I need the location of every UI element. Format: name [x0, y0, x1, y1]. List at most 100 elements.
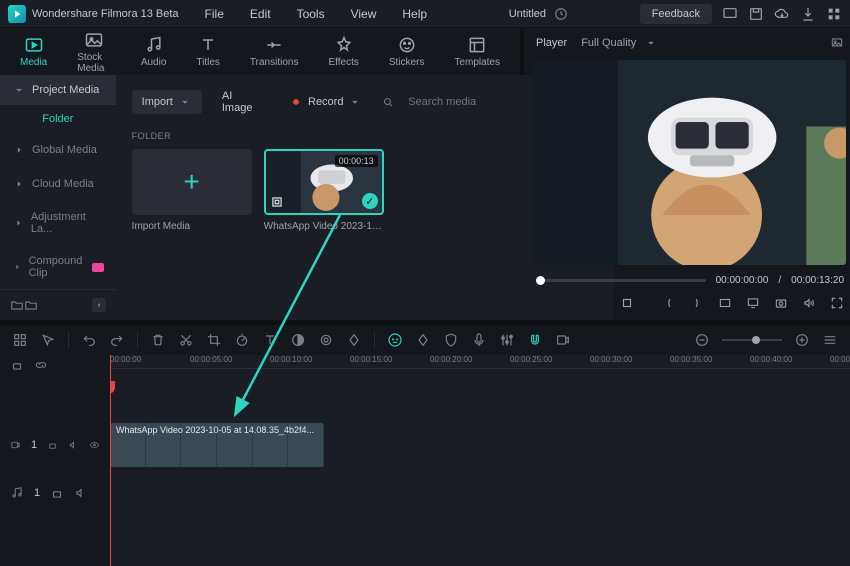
new-folder-icon[interactable]	[10, 298, 24, 312]
redo-icon[interactable]	[109, 332, 125, 348]
player-label: Player	[536, 37, 567, 49]
color-icon[interactable]	[290, 332, 306, 348]
layout-icon[interactable]	[12, 332, 28, 348]
timeline-ruler[interactable]: 00:00:00 00:00:05:00 00:00:10:00 00:00:1…	[110, 355, 850, 369]
menu-help[interactable]: Help	[392, 3, 437, 25]
clip-thumb: 00:00:13 ✓	[264, 149, 384, 215]
tab-titles[interactable]: Titles	[196, 35, 220, 68]
media-toolbar: Import AI Image Record	[132, 85, 598, 119]
sidebar-item-compound-clip[interactable]: Compound Clip	[0, 245, 116, 289]
tab-effects[interactable]: Effects	[328, 35, 358, 68]
menu-tools[interactable]: Tools	[287, 3, 335, 25]
ruler-mark: 00:00:15:00	[350, 355, 392, 364]
sidebar-folder-label[interactable]: Folder	[0, 105, 116, 133]
sidebar-project-media[interactable]: Project Media	[0, 75, 116, 105]
tab-label: Transitions	[250, 57, 299, 68]
save-icon[interactable]	[748, 6, 764, 22]
monitor-icon[interactable]	[746, 296, 760, 310]
lock-track-icon[interactable]	[10, 358, 24, 372]
media-clip-tile[interactable]: 00:00:13 ✓ WhatsApp Video 2023-10-05...	[264, 149, 384, 232]
record-tool-icon[interactable]	[555, 332, 571, 348]
crop-icon[interactable]	[206, 332, 222, 348]
playhead-handle[interactable]	[110, 381, 115, 393]
media-item-label: WhatsApp Video 2023-10-05...	[264, 221, 384, 232]
mute-icon[interactable]	[74, 486, 88, 500]
track-lock-icon[interactable]	[50, 486, 64, 500]
track-lock-icon[interactable]	[47, 438, 58, 452]
link-icon[interactable]	[34, 358, 48, 372]
video-track-header[interactable]: 1	[0, 421, 110, 469]
transitions-tool-icon[interactable]	[318, 332, 334, 348]
select-tool-icon[interactable]	[40, 332, 56, 348]
menu-file[interactable]: File	[195, 3, 234, 25]
search-input[interactable]	[404, 92, 554, 112]
mark-out-icon[interactable]	[690, 296, 704, 310]
mic-icon[interactable]	[471, 332, 487, 348]
cloud-download-icon[interactable]	[774, 6, 790, 22]
mark-in-icon[interactable]	[662, 296, 676, 310]
ai-image-button[interactable]: AI Image	[212, 85, 269, 119]
fullscreen-icon[interactable]	[830, 296, 844, 310]
grid-icon[interactable]	[826, 6, 842, 22]
mixer-icon[interactable]	[499, 332, 515, 348]
marker-icon[interactable]	[415, 332, 431, 348]
feedback-button[interactable]: Feedback	[640, 4, 712, 24]
ruler-mark: 00:00:45:00	[830, 355, 850, 364]
timeline-tracks[interactable]: 00:00:00 00:00:05:00 00:00:10:00 00:00:1…	[110, 355, 850, 566]
text-tool-icon[interactable]	[262, 332, 278, 348]
stop-icon[interactable]	[620, 296, 634, 310]
zoom-in-icon[interactable]	[794, 332, 810, 348]
keyframe-icon[interactable]	[346, 332, 362, 348]
record-button[interactable]: Record	[279, 90, 372, 114]
picture-icon[interactable]	[830, 36, 844, 50]
tab-audio[interactable]: Audio	[141, 35, 167, 68]
menu-edit[interactable]: Edit	[240, 3, 281, 25]
cut-icon[interactable]	[178, 332, 194, 348]
magnet-icon[interactable]	[527, 332, 543, 348]
tab-stickers[interactable]: Stickers	[389, 35, 425, 68]
ruler-mark: 00:00:00	[110, 355, 141, 364]
app-name: Wondershare Filmora 13 Beta	[32, 8, 179, 20]
delete-icon[interactable]	[150, 332, 166, 348]
undo-icon[interactable]	[81, 332, 97, 348]
playhead[interactable]	[110, 355, 111, 566]
sidebar-item-cloud-media[interactable]: Cloud Media	[0, 167, 116, 201]
snapshot-icon[interactable]	[774, 296, 788, 310]
aspect-icon[interactable]	[718, 296, 732, 310]
menu-view[interactable]: View	[341, 3, 387, 25]
tab-media[interactable]: Media	[20, 35, 47, 68]
export-icon[interactable]	[800, 6, 816, 22]
ai-icon[interactable]	[387, 332, 403, 348]
player-viewport[interactable]	[534, 60, 846, 265]
import-label: Import	[142, 96, 173, 108]
collapse-icon[interactable]	[92, 298, 106, 312]
folder-icon[interactable]	[24, 298, 38, 312]
plus-icon: +	[183, 166, 199, 198]
shield-icon[interactable]	[443, 332, 459, 348]
tab-stock-media[interactable]: Stock Media	[77, 30, 111, 74]
display-icon[interactable]	[722, 6, 738, 22]
separator	[137, 332, 138, 348]
speed-icon[interactable]	[234, 332, 250, 348]
volume-icon[interactable]	[802, 296, 816, 310]
timeline-clip[interactable]: WhatsApp Video 2023-10-05 at 14.08.35_4b…	[110, 423, 324, 467]
tab-label: Stickers	[389, 57, 425, 68]
audio-track-header[interactable]: 1	[0, 469, 110, 517]
view-options-icon[interactable]	[822, 332, 838, 348]
ruler-mark: 00:00:10:00	[270, 355, 312, 364]
progress-thumb[interactable]	[536, 276, 545, 285]
mute-icon[interactable]	[68, 438, 79, 452]
progress-slider[interactable]	[536, 279, 706, 282]
import-button[interactable]: Import	[132, 90, 202, 114]
zoom-handle[interactable]	[752, 336, 760, 344]
tab-transitions[interactable]: Transitions	[250, 35, 299, 68]
import-media-tile[interactable]: + Import Media	[132, 149, 252, 232]
sidebar-item-global-media[interactable]: Global Media	[0, 133, 116, 167]
zoom-slider[interactable]	[722, 339, 782, 341]
top-actions: Feedback	[640, 4, 842, 24]
eye-icon[interactable]	[89, 438, 100, 452]
zoom-out-icon[interactable]	[694, 332, 710, 348]
tab-templates[interactable]: Templates	[454, 35, 500, 68]
quality-select[interactable]: Full Quality	[581, 36, 658, 50]
sidebar-item-adjustment-layers[interactable]: Adjustment La...	[0, 201, 116, 245]
